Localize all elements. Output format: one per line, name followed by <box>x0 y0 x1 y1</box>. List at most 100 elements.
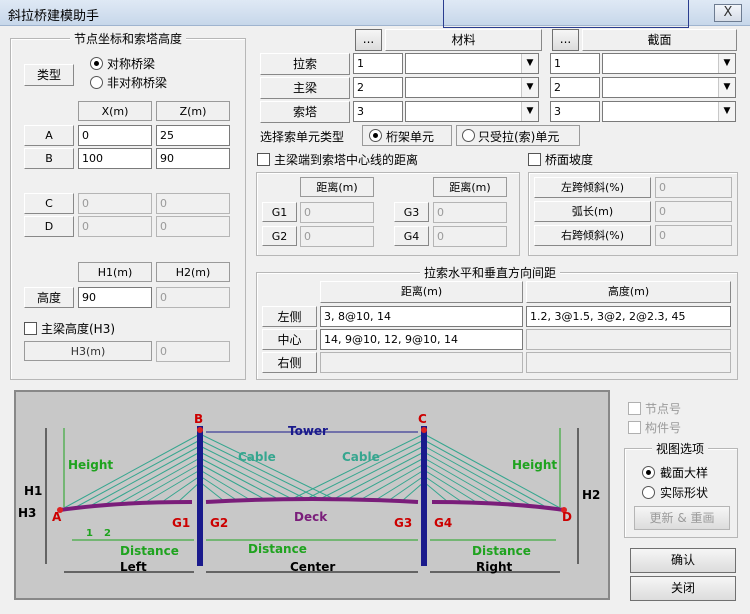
deck-slope-checkbox[interactable] <box>528 153 541 166</box>
h3-input[interactable]: 0 <box>156 341 230 362</box>
height-label: 高度 <box>24 287 74 308</box>
window-title: 斜拉桥建模助手 <box>8 9 100 24</box>
cable-sec-combo[interactable]: ▼ <box>602 53 736 74</box>
tower-left <box>197 426 203 566</box>
girder-mat-input[interactable]: 2 <box>353 77 403 98</box>
radio-tension-only[interactable] <box>462 129 475 142</box>
radio-asymmetric[interactable] <box>90 76 103 89</box>
g4-label: G4 <box>394 226 429 246</box>
section-browse-button[interactable]: ... <box>552 29 579 51</box>
d-x-input[interactable]: 0 <box>78 216 152 237</box>
g1-label: G1 <box>262 202 297 222</box>
element-number-checkbox[interactable] <box>628 421 641 434</box>
col-z-header: Z(m) <box>156 101 230 121</box>
chevron-down-icon: ▼ <box>718 78 735 97</box>
diagram-node-b: B <box>194 412 204 426</box>
radio-view-real-label: 实际形状 <box>660 486 709 500</box>
diagram-cable-right: Cable <box>342 450 380 464</box>
diagram-distance-right: Distance <box>472 544 531 558</box>
girder-sec-input[interactable]: 2 <box>550 77 600 98</box>
radio-view-sample[interactable] <box>642 466 655 479</box>
diagram-h1: H1 <box>24 484 43 498</box>
left-height-input[interactable]: 1.2, 3@1.5, 3@2, 2@2.3, 45 <box>526 306 731 327</box>
cable-mat-combo[interactable]: ▼ <box>405 53 539 74</box>
close-window-button[interactable]: X <box>714 4 742 22</box>
cable-element-label: 选择索单元类型 <box>260 130 345 144</box>
tower-mat-input[interactable]: 3 <box>353 101 403 122</box>
diagram-tower-label: Tower <box>288 424 328 438</box>
spacing-left-label: 左侧 <box>262 306 317 327</box>
radio-symmetric[interactable] <box>90 57 103 70</box>
d-z-input[interactable]: 0 <box>156 216 230 237</box>
a-x-input[interactable]: 0 <box>78 125 152 146</box>
node-number-checkbox[interactable] <box>628 402 641 415</box>
diagram-deck-label: Deck <box>294 510 328 524</box>
tower-mat-combo[interactable]: ▼ <box>405 101 539 122</box>
diagram-tick-2: 2 <box>104 528 111 539</box>
ok-button[interactable]: 确认 <box>630 548 736 573</box>
a-z-input[interactable]: 25 <box>156 125 230 146</box>
center-distance-input[interactable]: 14, 9@10, 12, 9@10, 14 <box>320 329 523 350</box>
c-z-input[interactable]: 0 <box>156 193 230 214</box>
g3-input[interactable]: 0 <box>433 202 507 223</box>
refresh-redraw-button[interactable]: 更新 & 重画 <box>634 506 730 530</box>
g2-input[interactable]: 0 <box>300 226 374 247</box>
node-b-marker <box>197 427 203 433</box>
close-button[interactable]: 关闭 <box>630 576 736 601</box>
cable-sec-input[interactable]: 1 <box>550 53 600 74</box>
row-d-label: D <box>24 216 74 237</box>
girder-mat-combo[interactable]: ▼ <box>405 77 539 98</box>
dist-col-header-1: 距离(m) <box>300 177 374 197</box>
right-slope-input[interactable]: 0 <box>655 225 732 246</box>
row-cable-label: 拉索 <box>260 53 350 75</box>
cable-mat-input[interactable]: 1 <box>353 53 403 74</box>
c-x-input[interactable]: 0 <box>78 193 152 214</box>
radio-view-real[interactable] <box>642 486 655 499</box>
row-tower-label: 索塔 <box>260 101 350 123</box>
g4-input[interactable]: 0 <box>433 226 507 247</box>
material-browse-button[interactable]: ... <box>355 29 382 51</box>
diagram-cable-left: Cable <box>238 450 276 464</box>
spacing-dist-header: 距离(m) <box>320 281 523 303</box>
right-height-input[interactable] <box>526 352 731 373</box>
chevron-down-icon: ▼ <box>718 54 735 73</box>
girder-sec-combo[interactable]: ▼ <box>602 77 736 98</box>
diagram-g1: G1 <box>172 516 191 530</box>
radio-truss[interactable] <box>369 129 382 142</box>
chevron-down-icon: ▼ <box>521 102 538 121</box>
h3-checkbox[interactable] <box>24 322 37 335</box>
b-x-input[interactable]: 100 <box>78 148 152 169</box>
diagram-distance-center: Distance <box>248 542 307 556</box>
deck-left <box>59 500 193 512</box>
row-c-label: C <box>24 193 74 214</box>
diagram-height-left: Height <box>68 458 114 472</box>
col-h2-header: H2(m) <box>156 262 230 282</box>
tower-sec-combo[interactable]: ▼ <box>602 101 736 122</box>
row-a-label: A <box>24 125 74 146</box>
diagram-tick-1: 1 <box>86 528 93 539</box>
left-distance-input[interactable]: 3, 8@10, 14 <box>320 306 523 327</box>
right-distance-input[interactable] <box>320 352 523 373</box>
center-height-input[interactable] <box>526 329 731 350</box>
radio-truss-label: 桁架单元 <box>386 130 435 144</box>
girder-distance-checkbox[interactable] <box>257 153 270 166</box>
h1-input[interactable]: 90 <box>78 287 152 308</box>
bridge-diagram: B C A D Tower Cable Cable Deck Height He… <box>14 390 610 600</box>
left-slope-label: 左跨倾斜(%) <box>534 177 651 198</box>
node-group-title: 节点坐标和索塔高度 <box>70 30 187 47</box>
diagram-g2: G2 <box>210 516 229 530</box>
chevron-down-icon: ▼ <box>718 102 735 121</box>
deck-right <box>431 500 565 512</box>
left-slope-input[interactable]: 0 <box>655 177 732 198</box>
tower-sec-input[interactable]: 3 <box>550 101 600 122</box>
chevron-down-icon: ▼ <box>521 54 538 73</box>
g3-label: G3 <box>394 202 429 222</box>
g1-input[interactable]: 0 <box>300 202 374 223</box>
h2-input[interactable]: 0 <box>156 287 230 308</box>
col-h1-header: H1(m) <box>78 262 152 282</box>
b-z-input[interactable]: 90 <box>156 148 230 169</box>
arc-length-input[interactable]: 0 <box>655 201 732 222</box>
diagram-node-c: C <box>418 412 427 426</box>
node-number-label: 节点号 <box>645 402 682 416</box>
arc-length-label: 弧长(m) <box>534 201 651 222</box>
